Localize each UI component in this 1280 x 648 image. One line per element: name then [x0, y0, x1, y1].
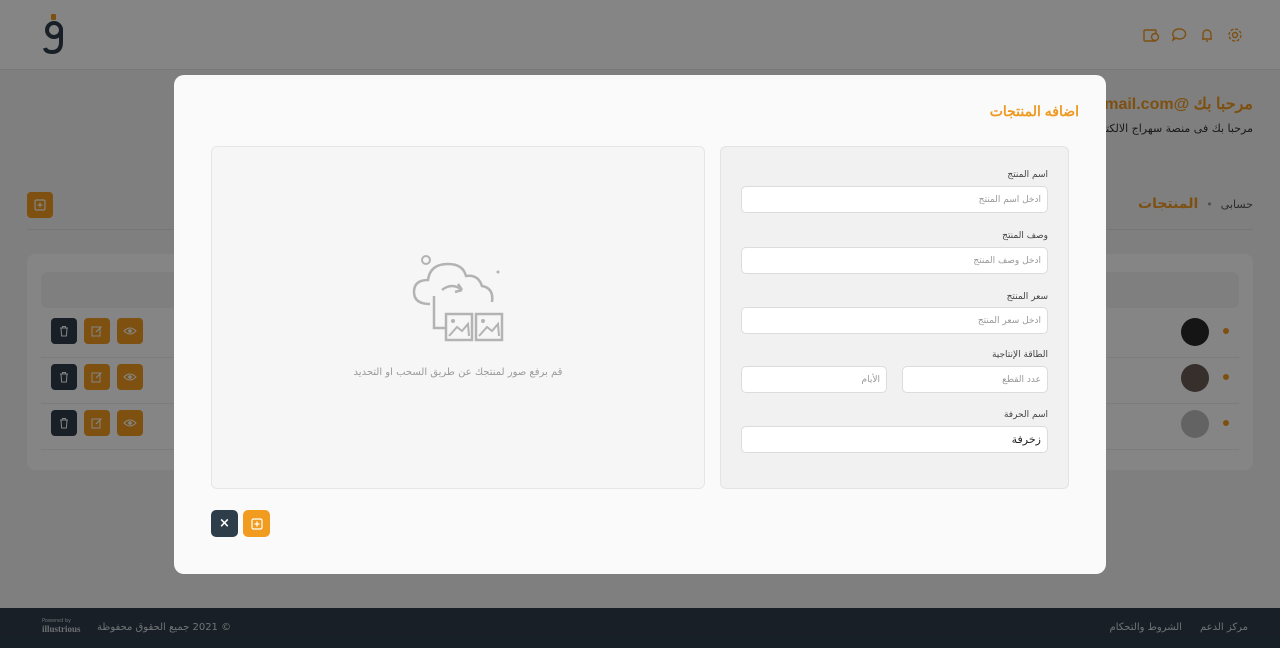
craft-name-select[interactable]: زخرفة: [741, 426, 1048, 453]
upload-hint: قم برفع صور لمنتجك عن طريق السحب او التح…: [353, 367, 563, 378]
product-description-input[interactable]: ادخل وصف المنتج: [741, 247, 1048, 274]
product-form: اسم المنتج ادخل اسم المنتج وصف المنتج اد…: [720, 146, 1069, 489]
submit-add-button[interactable]: [243, 510, 270, 537]
plus-square-icon: [250, 517, 263, 530]
product-name-label: اسم المنتج: [1007, 170, 1048, 180]
image-dropzone[interactable]: قم برفع صور لمنتجك عن طريق السحب او التح…: [211, 146, 705, 489]
days-input[interactable]: الأيام: [741, 366, 887, 393]
product-price-label: سعر المنتج: [1006, 292, 1048, 302]
modal-title: اضافه المنتجات: [989, 103, 1079, 119]
pieces-count-input[interactable]: عدد القطع: [902, 366, 1048, 393]
product-price-input[interactable]: ادخل سعر المنتج: [741, 307, 1048, 334]
product-description-label: وصف المنتج: [1002, 231, 1048, 241]
production-capacity-label: الطاقة الإنتاجية: [991, 350, 1048, 360]
product-name-input[interactable]: ادخل اسم المنتج: [741, 186, 1048, 213]
craft-name-label: اسم الحرفة: [1003, 410, 1048, 420]
close-button[interactable]: ×: [211, 510, 238, 537]
add-product-modal: اضافه المنتجات قم برفع صور لمنتجك عن طري…: [174, 75, 1106, 574]
cloud-upload-icon: [412, 255, 504, 342]
